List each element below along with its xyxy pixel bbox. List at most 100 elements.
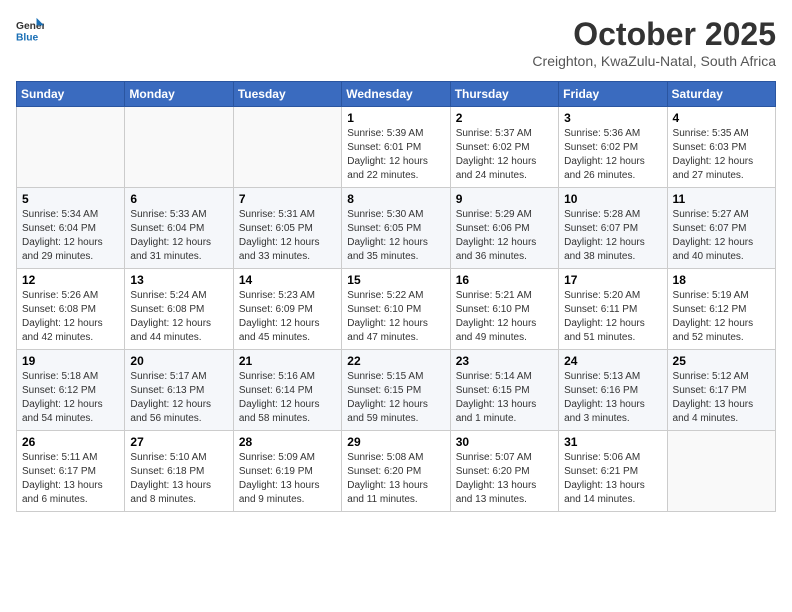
logo: General Blue [16, 16, 44, 44]
day-info: Sunrise: 5:31 AM Sunset: 6:05 PM Dayligh… [239, 208, 336, 264]
day-info: Sunrise: 5:34 AM Sunset: 6:04 PM Dayligh… [22, 208, 119, 264]
week-row-3: 12 Sunrise: 5:26 AM Sunset: 6:08 PM Dayli… [17, 269, 776, 350]
day-info: Sunrise: 5:24 AM Sunset: 6:08 PM Dayligh… [130, 289, 227, 345]
weekday-header-wednesday: Wednesday [342, 82, 450, 107]
weekday-header-thursday: Thursday [450, 82, 558, 107]
calendar-cell: 31Sunrise: 5:06 AM Sunset: 6:21 PM Dayli… [559, 431, 667, 512]
week-row-5: 26 Sunrise: 5:11 AM Sunset: 6:17 PM Dayli… [17, 431, 776, 512]
calendar-cell: 20 Sunrise: 5:17 AM Sunset: 6:13 PM Dayli… [125, 350, 233, 431]
day-number: 19 [22, 354, 119, 368]
day-info: Sunrise: 5:33 AM Sunset: 6:04 PM Dayligh… [130, 208, 227, 264]
calendar-cell: 2 Sunrise: 5:37 AM Sunset: 6:02 PM Daylig… [450, 107, 558, 188]
day-info: Sunrise: 5:11 AM Sunset: 6:17 PM Dayligh… [22, 451, 119, 507]
calendar-table: SundayMondayTuesdayWednesdayThursdayFrid… [16, 81, 776, 512]
week-row-2: 5Sunrise: 5:34 AM Sunset: 6:04 PM Daylig… [17, 188, 776, 269]
day-number: 29 [347, 435, 444, 449]
calendar-cell: 14 Sunrise: 5:23 AM Sunset: 6:09 PM Dayli… [233, 269, 341, 350]
calendar-cell: 29 Sunrise: 5:08 AM Sunset: 6:20 PM Dayli… [342, 431, 450, 512]
calendar-cell: 19 Sunrise: 5:18 AM Sunset: 6:12 PM Dayli… [17, 350, 125, 431]
day-info: Sunrise: 5:08 AM Sunset: 6:20 PM Dayligh… [347, 451, 444, 507]
calendar-cell: 3Sunrise: 5:36 AM Sunset: 6:02 PM Daylig… [559, 107, 667, 188]
day-info: Sunrise: 5:23 AM Sunset: 6:09 PM Dayligh… [239, 289, 336, 345]
calendar-cell: 25Sunrise: 5:12 AM Sunset: 6:17 PM Dayli… [667, 350, 775, 431]
week-row-1: 1 Sunrise: 5:39 AM Sunset: 6:01 PM Daylig… [17, 107, 776, 188]
calendar-cell: 16Sunrise: 5:21 AM Sunset: 6:10 PM Dayli… [450, 269, 558, 350]
calendar-cell [17, 107, 125, 188]
calendar-cell [233, 107, 341, 188]
day-number: 7 [239, 192, 336, 206]
day-info: Sunrise: 5:27 AM Sunset: 6:07 PM Dayligh… [673, 208, 770, 264]
day-number: 22 [347, 354, 444, 368]
day-number: 24 [564, 354, 661, 368]
day-number: 30 [456, 435, 553, 449]
day-number: 4 [673, 111, 770, 125]
day-info: Sunrise: 5:09 AM Sunset: 6:19 PM Dayligh… [239, 451, 336, 507]
calendar-cell: 17 Sunrise: 5:20 AM Sunset: 6:11 PM Dayli… [559, 269, 667, 350]
day-info: Sunrise: 5:12 AM Sunset: 6:17 PM Dayligh… [673, 370, 770, 426]
calendar-cell: 21 Sunrise: 5:16 AM Sunset: 6:14 PM Dayli… [233, 350, 341, 431]
calendar-cell: 5Sunrise: 5:34 AM Sunset: 6:04 PM Daylig… [17, 188, 125, 269]
title-block: October 2025 Creighton, KwaZulu-Natal, S… [532, 16, 776, 69]
weekday-header-row: SundayMondayTuesdayWednesdayThursdayFrid… [17, 82, 776, 107]
day-info: Sunrise: 5:10 AM Sunset: 6:18 PM Dayligh… [130, 451, 227, 507]
day-number: 21 [239, 354, 336, 368]
week-row-4: 19 Sunrise: 5:18 AM Sunset: 6:12 PM Dayli… [17, 350, 776, 431]
day-number: 3 [564, 111, 661, 125]
svg-text:Blue: Blue [16, 32, 39, 43]
calendar-cell: 10 Sunrise: 5:28 AM Sunset: 6:07 PM Dayli… [559, 188, 667, 269]
calendar-cell: 12 Sunrise: 5:26 AM Sunset: 6:08 PM Dayli… [17, 269, 125, 350]
weekday-header-tuesday: Tuesday [233, 82, 341, 107]
calendar-cell: 7 Sunrise: 5:31 AM Sunset: 6:05 PM Daylig… [233, 188, 341, 269]
day-number: 28 [239, 435, 336, 449]
day-number: 14 [239, 273, 336, 287]
day-info: Sunrise: 5:30 AM Sunset: 6:05 PM Dayligh… [347, 208, 444, 264]
calendar-cell: 27 Sunrise: 5:10 AM Sunset: 6:18 PM Dayli… [125, 431, 233, 512]
logo-icon: General Blue [16, 16, 44, 44]
day-number: 26 [22, 435, 119, 449]
calendar-cell: 1 Sunrise: 5:39 AM Sunset: 6:01 PM Daylig… [342, 107, 450, 188]
day-info: Sunrise: 5:16 AM Sunset: 6:14 PM Dayligh… [239, 370, 336, 426]
day-number: 31 [564, 435, 661, 449]
weekday-header-saturday: Saturday [667, 82, 775, 107]
day-info: Sunrise: 5:13 AM Sunset: 6:16 PM Dayligh… [564, 370, 661, 426]
day-info: Sunrise: 5:14 AM Sunset: 6:15 PM Dayligh… [456, 370, 553, 426]
day-info: Sunrise: 5:20 AM Sunset: 6:11 PM Dayligh… [564, 289, 661, 345]
day-number: 8 [347, 192, 444, 206]
calendar-cell: 11 Sunrise: 5:27 AM Sunset: 6:07 PM Dayli… [667, 188, 775, 269]
day-info: Sunrise: 5:26 AM Sunset: 6:08 PM Dayligh… [22, 289, 119, 345]
calendar-cell: 30Sunrise: 5:07 AM Sunset: 6:20 PM Dayli… [450, 431, 558, 512]
calendar-cell: 28 Sunrise: 5:09 AM Sunset: 6:19 PM Dayli… [233, 431, 341, 512]
day-info: Sunrise: 5:15 AM Sunset: 6:15 PM Dayligh… [347, 370, 444, 426]
day-number: 20 [130, 354, 227, 368]
day-info: Sunrise: 5:22 AM Sunset: 6:10 PM Dayligh… [347, 289, 444, 345]
calendar-cell: 18Sunrise: 5:19 AM Sunset: 6:12 PM Dayli… [667, 269, 775, 350]
day-info: Sunrise: 5:28 AM Sunset: 6:07 PM Dayligh… [564, 208, 661, 264]
day-number: 27 [130, 435, 227, 449]
calendar-cell: 9 Sunrise: 5:29 AM Sunset: 6:06 PM Daylig… [450, 188, 558, 269]
day-info: Sunrise: 5:19 AM Sunset: 6:12 PM Dayligh… [673, 289, 770, 345]
day-info: Sunrise: 5:17 AM Sunset: 6:13 PM Dayligh… [130, 370, 227, 426]
day-info: Sunrise: 5:37 AM Sunset: 6:02 PM Dayligh… [456, 127, 553, 183]
day-number: 17 [564, 273, 661, 287]
calendar-cell: 4 Sunrise: 5:35 AM Sunset: 6:03 PM Daylig… [667, 107, 775, 188]
month-title: October 2025 [532, 16, 776, 53]
day-info: Sunrise: 5:18 AM Sunset: 6:12 PM Dayligh… [22, 370, 119, 426]
calendar-cell: 8 Sunrise: 5:30 AM Sunset: 6:05 PM Daylig… [342, 188, 450, 269]
calendar-cell: 15Sunrise: 5:22 AM Sunset: 6:10 PM Dayli… [342, 269, 450, 350]
day-number: 1 [347, 111, 444, 125]
day-info: Sunrise: 5:35 AM Sunset: 6:03 PM Dayligh… [673, 127, 770, 183]
day-info: Sunrise: 5:39 AM Sunset: 6:01 PM Dayligh… [347, 127, 444, 183]
day-number: 11 [673, 192, 770, 206]
day-number: 10 [564, 192, 661, 206]
day-info: Sunrise: 5:29 AM Sunset: 6:06 PM Dayligh… [456, 208, 553, 264]
day-number: 23 [456, 354, 553, 368]
weekday-header-friday: Friday [559, 82, 667, 107]
day-number: 2 [456, 111, 553, 125]
calendar-cell: 22 Sunrise: 5:15 AM Sunset: 6:15 PM Dayli… [342, 350, 450, 431]
day-number: 9 [456, 192, 553, 206]
day-number: 12 [22, 273, 119, 287]
weekday-header-sunday: Sunday [17, 82, 125, 107]
day-number: 16 [456, 273, 553, 287]
day-number: 13 [130, 273, 227, 287]
location-subtitle: Creighton, KwaZulu-Natal, South Africa [532, 53, 776, 69]
